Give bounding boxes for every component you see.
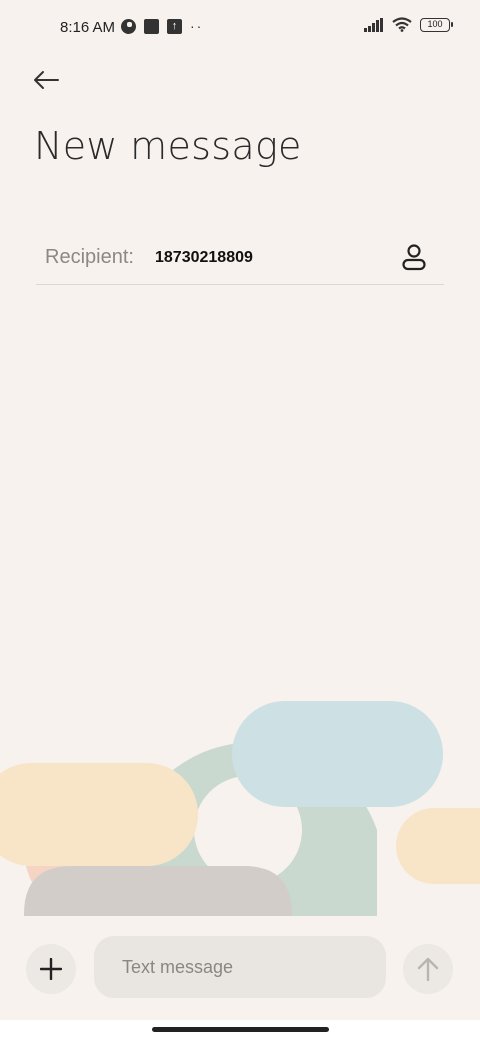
upload-icon: ↑ [167,19,182,34]
app-notification-icon [121,19,136,34]
square-notification-icon [144,19,159,34]
person-icon [402,244,426,271]
decorative-background [0,700,480,916]
back-button[interactable] [28,62,64,98]
decorative-shapes [0,701,480,916]
send-button[interactable] [403,944,453,994]
contact-picker-button[interactable] [398,241,430,273]
recipient-value[interactable]: 18730218809 [155,249,253,267]
recipient-field[interactable]: Recipient: 18730218809 [36,232,444,285]
attach-button[interactable] [26,944,76,994]
navigation-bar [0,1020,480,1040]
plus-icon [40,958,62,980]
system-icons: 100 [364,17,453,32]
page-title: New message [34,124,302,168]
message-input[interactable] [94,936,386,998]
home-indicator[interactable] [152,1027,329,1032]
notification-icons: ↑ ·· [121,19,203,34]
more-dots-icon: ·· [190,18,204,34]
signal-icon [364,17,383,32]
recipient-label: Recipient: [45,246,134,268]
composer-bar [0,916,480,1020]
send-arrow-icon [417,957,439,981]
status-bar: 8:16 AM ↑ ·· 100 [0,0,480,56]
battery-icon: 100 [420,17,453,32]
status-time: 8:16 AM [60,19,116,36]
wifi-icon [392,17,412,32]
back-arrow-icon [34,71,59,89]
